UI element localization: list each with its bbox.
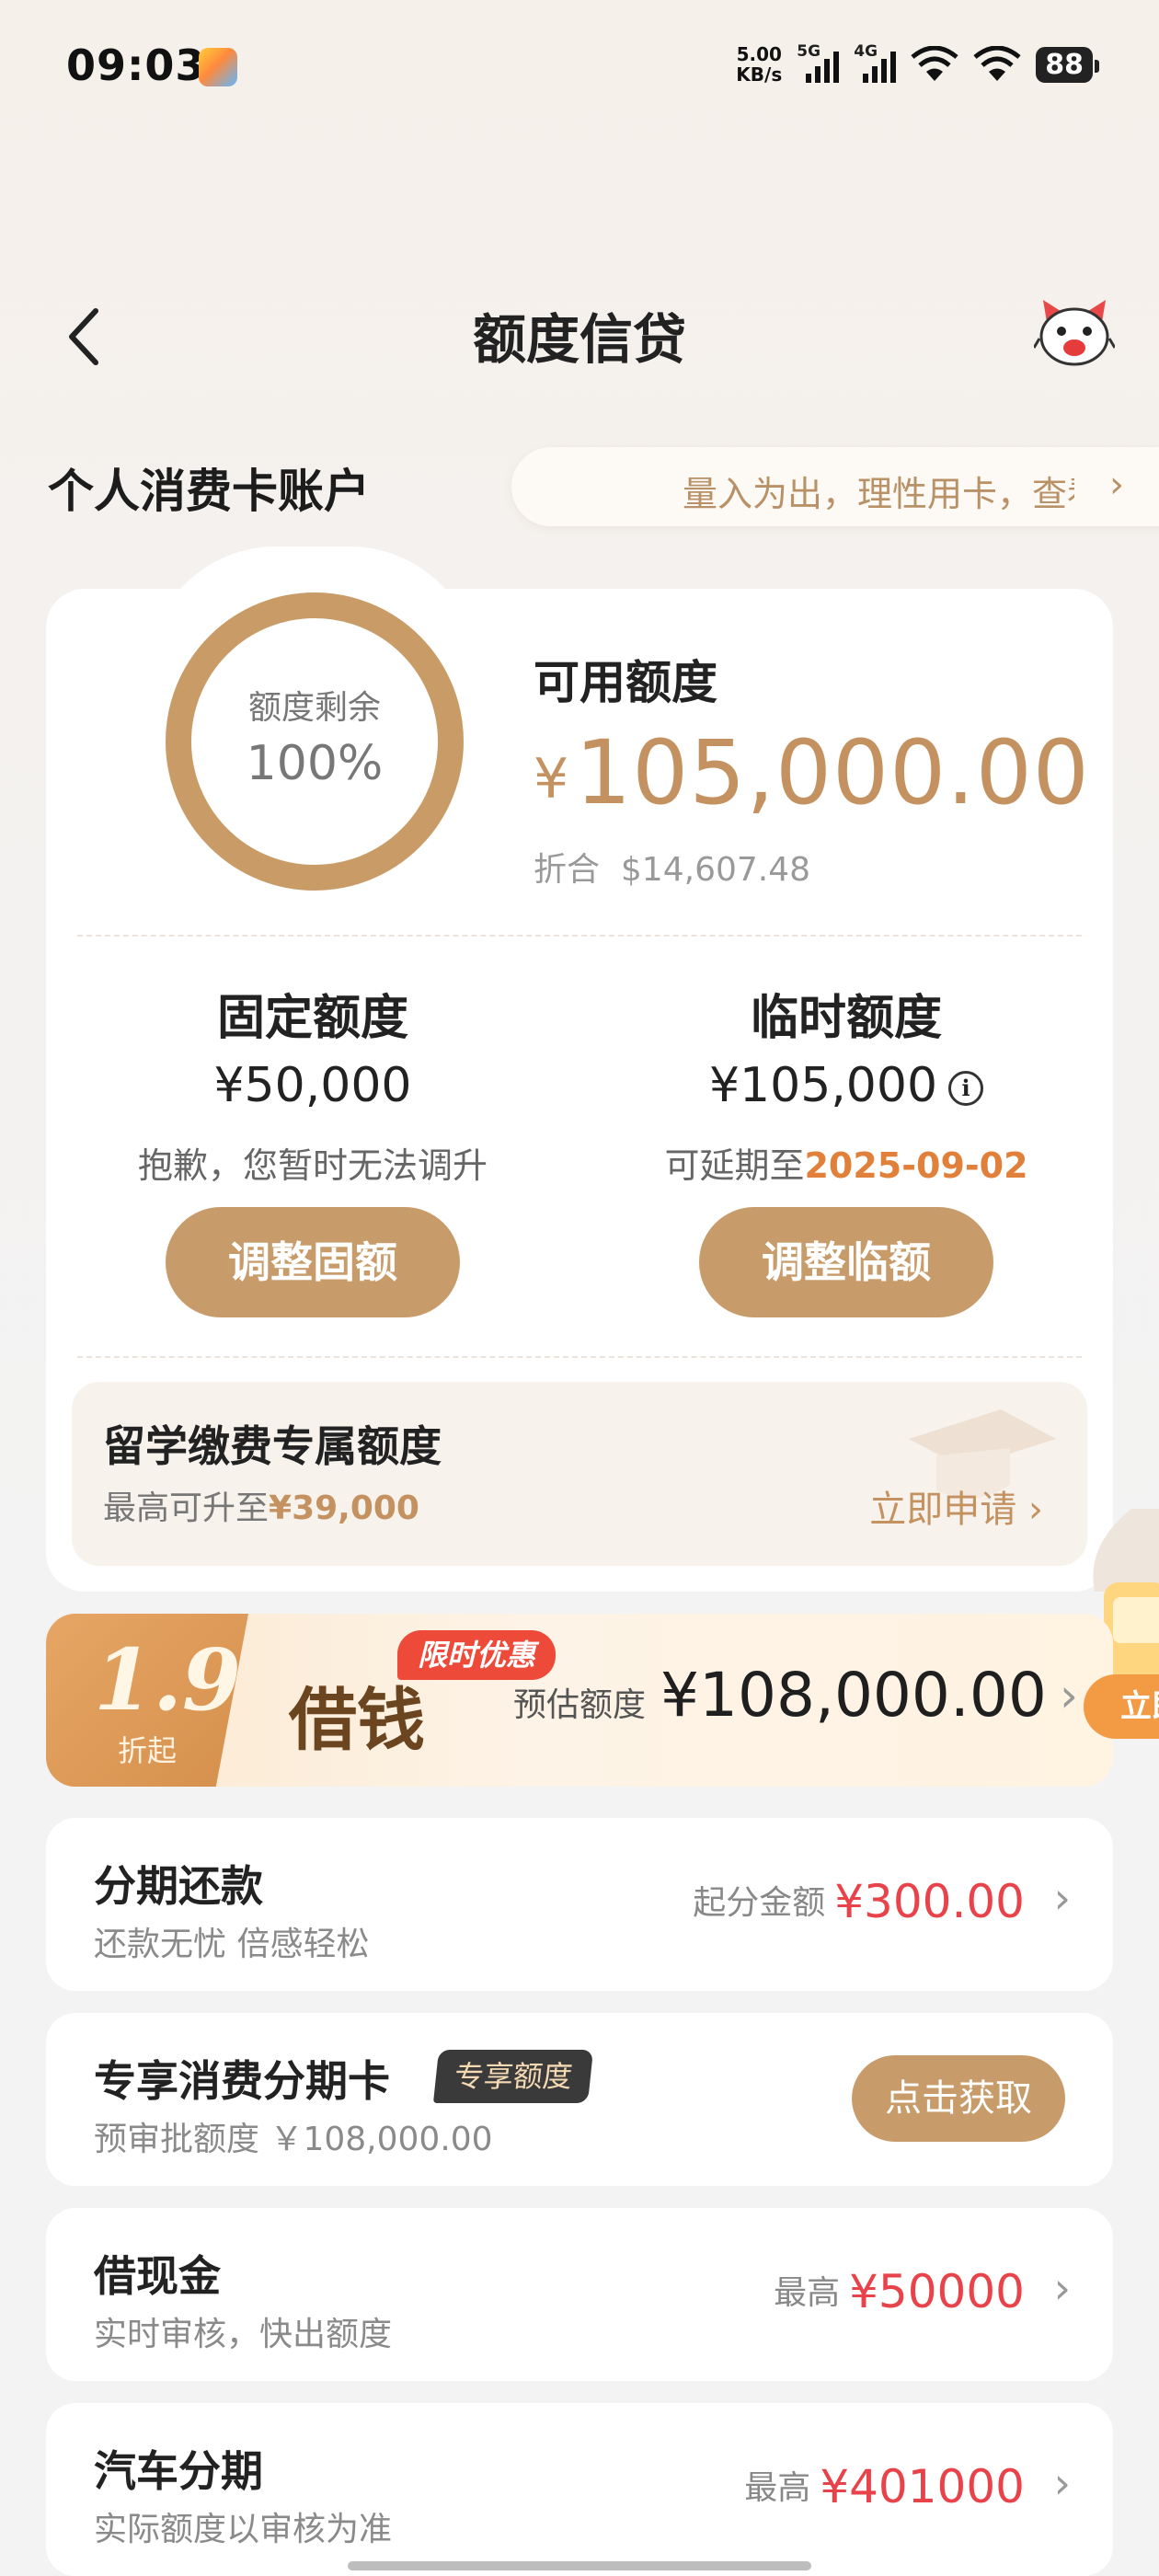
limited-offer-badge: 限时优惠 <box>397 1630 557 1680</box>
item-title: 汽车分期 <box>94 2446 263 2496</box>
item-right-value: 最高 ¥401000 <box>744 2460 1025 2513</box>
available-label: 可用额度 <box>534 656 717 709</box>
status-time: 09:03 <box>66 40 206 90</box>
notice-marquee[interactable]: 量入为出，理性用卡，查看 › <box>511 447 1159 526</box>
wifi-icon <box>973 46 1021 81</box>
item-subtitle: 还款无忧 倍感轻松 <box>94 1926 370 1963</box>
mascot-cat-icon[interactable] <box>1034 294 1115 372</box>
item-right-amount: ¥401000 <box>820 2460 1025 2513</box>
usd-label: 折合 <box>534 851 601 889</box>
app-notification-icon <box>199 48 237 86</box>
item-right-amount: ¥50000 <box>849 2265 1025 2318</box>
list-item-cash-loan[interactable]: 借现金 实时审核，快出额度 最高 ¥50000 › <box>46 2208 1113 2381</box>
signal-5g-icon: 5G <box>797 42 840 83</box>
status-indicators: 5.00 KB/s 5G 4G 88 <box>736 42 1099 85</box>
discount-rate: 1.9 <box>94 1630 242 1730</box>
temp-limit-note: 可延期至2025-09-02 <box>625 1137 1067 1188</box>
adjust-temp-button[interactable]: 调整临额 <box>699 1207 993 1317</box>
study-subtitle: 最高可升至¥39,000 <box>103 1481 419 1529</box>
list-item-installment-repay[interactable]: 分期还款 还款无忧 倍感轻松 起分金额 ¥300.00 › <box>46 1818 1113 1991</box>
home-indicator[interactable] <box>348 2561 811 2570</box>
study-sub-prefix: 最高可升至 <box>103 1489 270 1527</box>
net-speed: 5.00 KB/s <box>736 44 782 85</box>
available-value: 105,000.00 <box>575 721 1090 824</box>
account-section-title: 个人消费卡账户 <box>48 465 370 518</box>
ring-percent: 100% <box>246 736 384 791</box>
item-title: 分期还款 <box>94 1861 263 1911</box>
usd-amount: $14,607.48 <box>620 851 811 889</box>
temp-limit-note-prefix: 可延期至 <box>664 1145 805 1186</box>
info-icon[interactable]: i <box>948 1071 984 1106</box>
adjust-fixed-button[interactable]: 调整固额 <box>166 1207 460 1317</box>
borrow-title: 借钱 <box>289 1681 425 1760</box>
chevron-right-icon: › <box>1053 1873 1071 1923</box>
net-speed-unit: KB/s <box>736 63 783 86</box>
available-amount: ¥105,000.00 <box>534 721 1090 824</box>
exclusive-limit-badge: 专享额度 <box>432 2050 594 2103</box>
item-right-label: 起分金额 <box>693 1884 826 1922</box>
divider <box>77 935 1082 937</box>
chevron-right-icon: › <box>1109 464 1124 506</box>
battery-indicator: 88 <box>1036 46 1099 83</box>
fixed-limit-note: 抱歉，您暂时无法调升 <box>137 1145 488 1186</box>
fixed-limit-amount: ¥50,000 <box>213 1058 412 1113</box>
item-subtitle: 预审批额度 ￥108,000.00 <box>94 2121 493 2158</box>
item-subtitle: 实际额度以审核为准 <box>94 2511 393 2548</box>
estimated-amount: ¥108,000.00 <box>660 1660 1047 1731</box>
page-title: 额度信贷 <box>472 308 686 371</box>
list-item-car-installment[interactable]: 汽车分期 实际额度以审核为准 最高 ¥401000 › <box>46 2403 1113 2576</box>
discount-rate-suffix: 折起 <box>118 1733 178 1768</box>
signal-4g-label: 4G <box>854 42 878 61</box>
currency-symbol: ¥ <box>534 747 570 811</box>
borrow-promo-banner[interactable]: 1.9 折起 借钱 限时优惠 预估额度 ¥108,000.00 › <box>46 1614 1113 1787</box>
divider <box>77 1356 1082 1358</box>
usd-equivalent: 折合 $14,607.48 <box>534 843 810 891</box>
study-sub-amount: ¥39,000 <box>269 1489 419 1527</box>
item-right-value: 最高 ¥50000 <box>774 2265 1025 2318</box>
temp-limit-amount-row: ¥105,000 i <box>635 1058 1058 1113</box>
item-right-label: 最高 <box>744 2469 811 2507</box>
study-abroad-limit[interactable]: 留学缴费专属额度 最高可升至¥39,000 立即申请 › <box>72 1382 1087 1566</box>
chevron-right-icon: › <box>1053 2263 1071 2313</box>
item-right-label: 最高 <box>774 2274 841 2312</box>
apply-now-label: 立即申请 <box>869 1489 1017 1531</box>
fixed-limit-title: 固定额度 <box>216 991 408 1046</box>
net-speed-value: 5.00 <box>736 43 782 65</box>
item-title: 借现金 <box>94 2251 221 2301</box>
wifi-icon <box>911 46 958 81</box>
discount-rate-block: 1.9 折起 <box>46 1614 248 1787</box>
temp-limit-amount: ¥105,000 <box>708 1058 938 1113</box>
temp-limit-date: 2025-09-02 <box>804 1145 1028 1186</box>
item-subtitle: 实时审核，快出额度 <box>94 2316 393 2353</box>
item-title: 专享消费分期卡 <box>94 2056 390 2106</box>
list-item-exclusive-card[interactable]: 专享消费分期卡 专享额度 预审批额度 ￥108,000.00 点击获取 <box>46 2013 1113 2186</box>
floating-apply-button[interactable]: 立即 <box>1084 1674 1159 1739</box>
item-right-amount: ¥300.00 <box>834 1875 1025 1928</box>
signal-4g-icon: 4G <box>854 42 897 83</box>
signal-5g-label: 5G <box>797 42 821 61</box>
item-right-value: 起分金额 ¥300.00 <box>693 1875 1025 1928</box>
chevron-right-icon: › <box>1060 1669 1078 1722</box>
chevron-right-icon: › <box>1053 2458 1071 2508</box>
apply-now-link[interactable]: 立即申请 › <box>869 1479 1043 1533</box>
estimated-label: 预估额度 <box>513 1686 647 1724</box>
notice-text: 量入为出，理性用卡，查看 <box>683 474 1074 514</box>
temp-limit-title: 临时额度 <box>750 991 942 1046</box>
ring-label: 额度剩余 <box>247 689 381 727</box>
get-now-button[interactable]: 点击获取 <box>852 2055 1065 2142</box>
study-title: 留学缴费专属额度 <box>103 1421 442 1471</box>
